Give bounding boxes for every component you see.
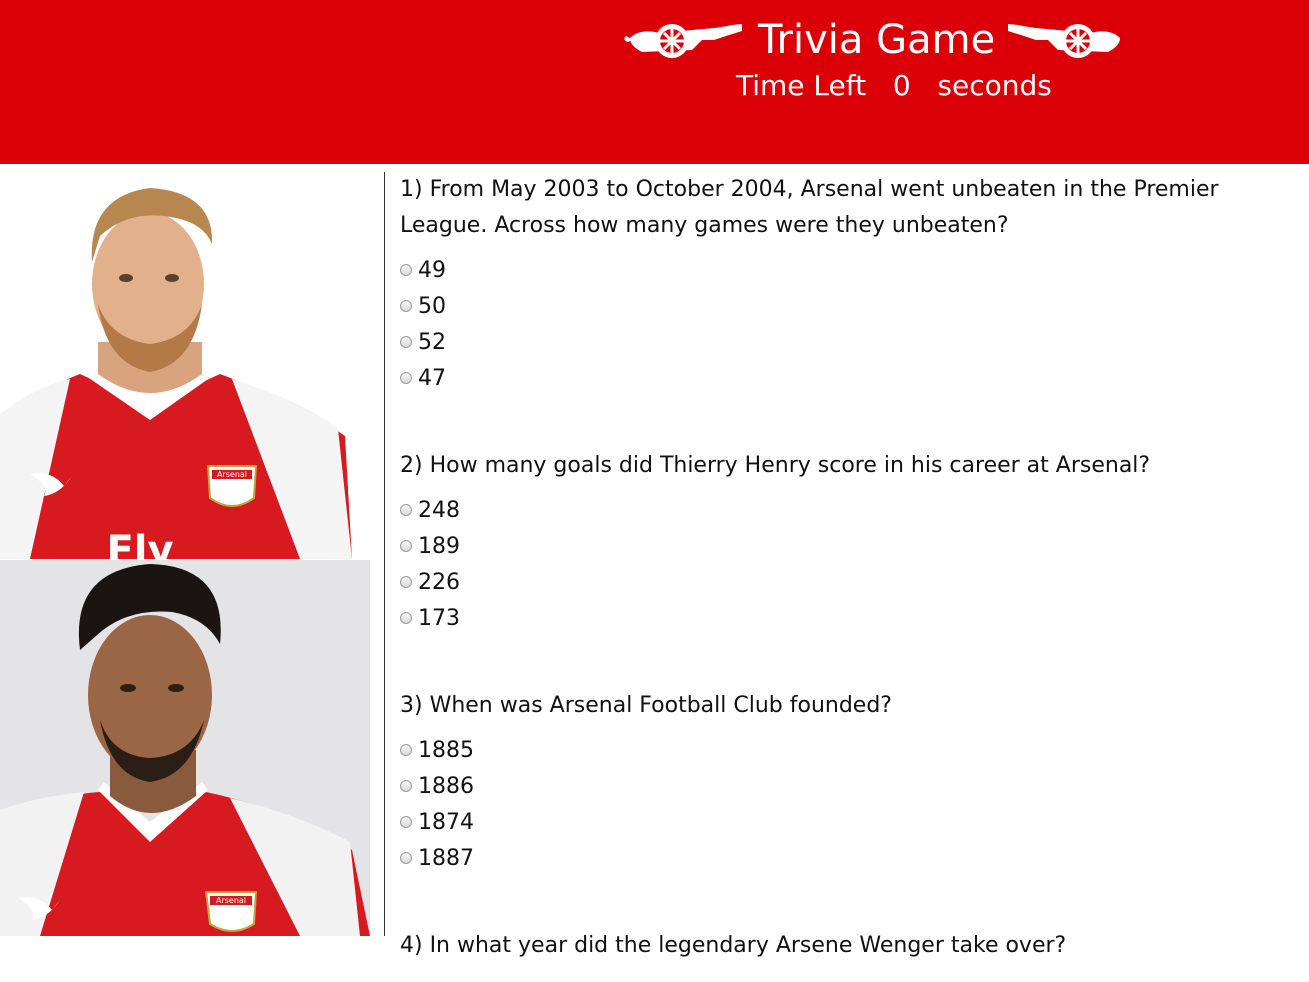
answer-label: 173 — [418, 605, 460, 631]
player-photo: Arsenal Fly — [0, 174, 370, 559]
shirt-badge-text: Arsenal — [217, 470, 247, 479]
question-text: 1) From May 2003 to October 2004, Arsena… — [400, 177, 1219, 238]
radio-button[interactable] — [400, 264, 412, 276]
arsenal-cannon-icon — [622, 16, 744, 66]
answer-label: 50 — [418, 293, 446, 319]
radio-button[interactable] — [400, 336, 412, 348]
answer-label: 1886 — [418, 773, 474, 799]
radio-button[interactable] — [400, 300, 412, 312]
answer-label: 1874 — [418, 809, 474, 835]
arsenal-cannon-icon — [1006, 16, 1128, 66]
question-3: 3) When was Arsenal Football Club founde… — [400, 688, 1300, 876]
radio-button[interactable] — [400, 816, 412, 828]
sidebar-photos: Arsenal Fly Arsenal — [0, 164, 384, 936]
shirt-badge-text: Arsenal — [216, 896, 246, 905]
answer-option[interactable]: 248 — [400, 492, 1300, 528]
radio-button[interactable] — [400, 540, 412, 552]
player-photo: Arsenal — [0, 560, 370, 936]
timer-value: 0 — [892, 69, 911, 102]
answer-option[interactable]: 1887 — [400, 840, 1300, 876]
answer-label: 248 — [418, 497, 460, 523]
answer-option[interactable]: 50 — [400, 288, 1300, 324]
question-1: 1) From May 2003 to October 2004, Arsena… — [400, 172, 1300, 396]
answer-label: 47 — [418, 365, 446, 391]
answer-label: 189 — [418, 533, 460, 559]
column-divider — [384, 172, 385, 936]
page-title: Trivia Game — [758, 17, 996, 63]
answer-label: 1887 — [418, 845, 474, 871]
radio-button[interactable] — [400, 780, 412, 792]
answer-option[interactable]: 49 — [400, 252, 1300, 288]
radio-button[interactable] — [400, 504, 412, 516]
timer: Time Left 0 seconds — [736, 68, 1052, 104]
answer-option[interactable]: 1886 — [400, 768, 1300, 804]
timer-label: Time Left — [736, 69, 867, 102]
answer-option[interactable]: 189 — [400, 528, 1300, 564]
answer-label: 226 — [418, 569, 460, 595]
answer-option[interactable]: 52 — [400, 324, 1300, 360]
radio-button[interactable] — [400, 612, 412, 624]
radio-button[interactable] — [400, 852, 412, 864]
header-banner: Trivia Game Time Left 0 seconds — [0, 0, 1309, 164]
title-row: Trivia Game — [622, 16, 1128, 66]
answer-label: 52 — [418, 329, 446, 355]
answer-option[interactable]: 1885 — [400, 732, 1300, 768]
answer-option[interactable]: 1874 — [400, 804, 1300, 840]
question-text: 4) In what year did the legendary Arsene… — [400, 933, 1067, 958]
answer-option[interactable]: 173 — [400, 600, 1300, 636]
answer-label: 1885 — [418, 737, 474, 763]
answer-option[interactable]: 47 — [400, 360, 1300, 396]
radio-button[interactable] — [400, 372, 412, 384]
answer-option[interactable]: 226 — [400, 564, 1300, 600]
question-2: 2) How many goals did Thierry Henry scor… — [400, 448, 1300, 636]
quiz-form: 1) From May 2003 to October 2004, Arsena… — [400, 172, 1300, 982]
question-text: 3) When was Arsenal Football Club founde… — [400, 693, 892, 718]
question-4: 4) In what year did the legendary Arsene… — [400, 928, 1300, 964]
question-text: 2) How many goals did Thierry Henry scor… — [400, 453, 1151, 478]
timer-unit: seconds — [937, 69, 1052, 102]
answer-label: 49 — [418, 257, 446, 283]
shirt-sponsor-text: Fly — [106, 528, 173, 559]
radio-button[interactable] — [400, 576, 412, 588]
radio-button[interactable] — [400, 744, 412, 756]
